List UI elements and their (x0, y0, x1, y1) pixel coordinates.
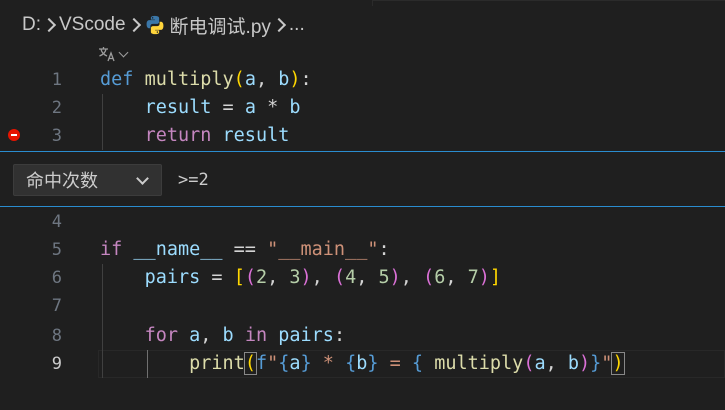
translate-icon (99, 47, 115, 62)
tab-strip-edge (372, 0, 725, 6)
indent-guide (147, 350, 148, 378)
code-line[interactable]: 8 for a, b in pairs: (0, 322, 725, 350)
line-number: 9 (51, 354, 62, 374)
code-text: for a, b in pairs: (144, 325, 346, 346)
code-line[interactable]: 3 return result (0, 122, 725, 150)
line-number: 3 (51, 126, 62, 146)
code-line[interactable]: 2 result = a * b (0, 94, 725, 122)
code-text: def multiply(a, b): (100, 69, 312, 90)
breadcrumb-file-label: 断电调试.py (169, 16, 271, 38)
code-text: pairs = [(2, 3), (4, 5), (6, 7)] (144, 267, 502, 288)
code-line[interactable]: 5 if __name__ == "__main__": (0, 236, 725, 264)
breadcrumb: D: VScode 断电调试.py ... (0, 8, 725, 42)
chevron-down-icon (136, 172, 149, 185)
chevron-right-icon (126, 8, 144, 42)
code-line[interactable]: 6 pairs = [(2, 3), (4, 5), (6, 7)] (0, 264, 725, 292)
codelens[interactable] (98, 44, 129, 64)
breadcrumb-file[interactable]: 断电调试.py (144, 12, 271, 39)
indent-guide (102, 264, 103, 378)
breakpoint-icon[interactable] (8, 129, 20, 141)
code-text: return result (144, 125, 290, 146)
line-number: 5 (51, 240, 62, 260)
breadcrumb-more[interactable]: ... (289, 14, 305, 36)
chevron-right-icon (271, 8, 289, 42)
line-number: 1 (51, 70, 62, 90)
breakpoint-type-label: 命中次数 (26, 171, 98, 191)
code-text: result = a * b (144, 97, 301, 118)
chevron-right-icon (41, 8, 59, 42)
breakpoint-condition-widget: 命中次数 (0, 151, 725, 207)
code-line[interactable]: 4 (0, 208, 725, 236)
code-line[interactable]: 7 (0, 292, 725, 320)
line-number: 2 (51, 98, 62, 118)
chevron-down-icon (118, 47, 129, 57)
breakpoint-type-select[interactable]: 命中次数 (13, 164, 162, 196)
code-line[interactable]: 1 def multiply(a, b): (0, 66, 725, 94)
breadcrumb-drive[interactable]: D: (22, 14, 41, 36)
code-line[interactable]: 9 print(f"{a} * {b} = { multiply(a, b)}"… (0, 350, 725, 378)
line-number: 6 (51, 268, 62, 288)
hit-count-input[interactable] (170, 164, 710, 196)
breadcrumb-folder[interactable]: VScode (59, 14, 126, 36)
python-file-icon (146, 15, 163, 35)
indent-guide (102, 94, 103, 150)
code-text: print(f"{a} * {b} = { multiply(a, b)}") (189, 352, 625, 375)
line-number: 8 (51, 326, 62, 346)
line-number: 4 (51, 212, 62, 232)
line-number: 7 (51, 296, 62, 316)
code-text: if __name__ == "__main__": (100, 239, 390, 260)
